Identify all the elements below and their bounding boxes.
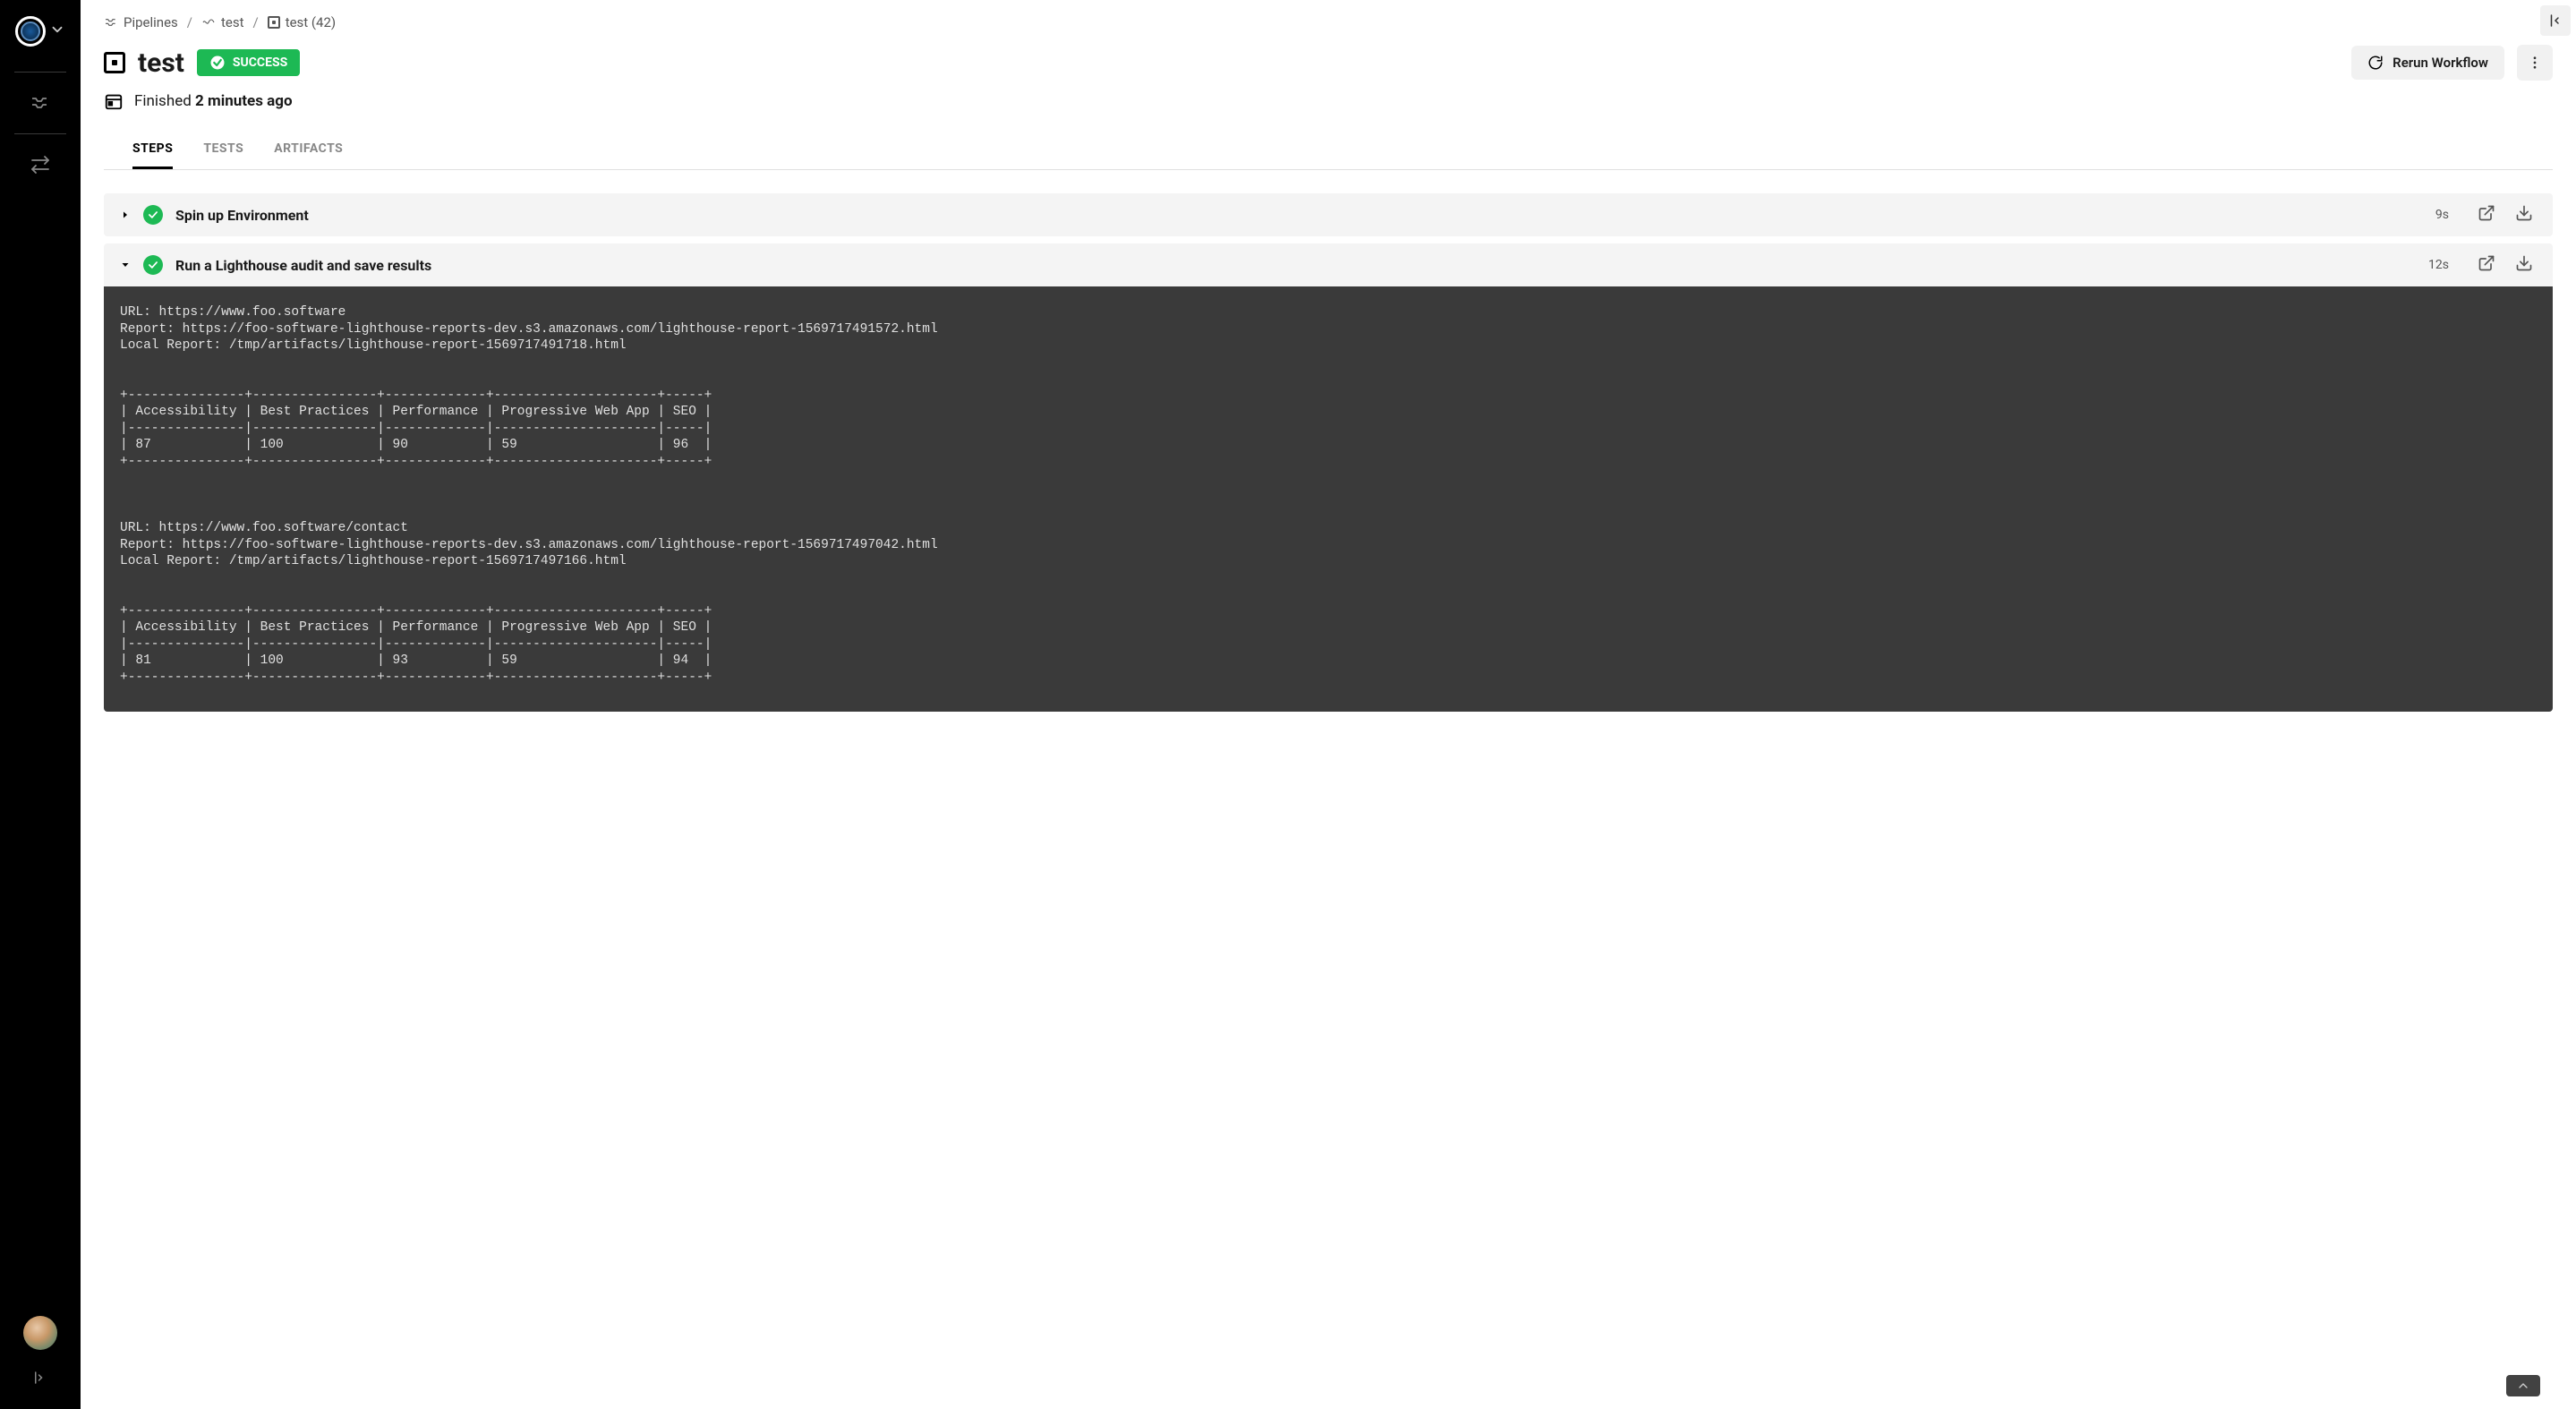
step-duration: 12s xyxy=(2428,258,2449,272)
breadcrumb: Pipelines / test / test (42) xyxy=(81,0,2576,30)
terminal-output[interactable]: URL: https://www.foo.software Report: ht… xyxy=(104,286,2553,712)
sidebar-org-switcher[interactable] xyxy=(15,16,65,47)
app-root: Pipelines / test / test (42) test SUCCES… xyxy=(0,0,2576,1409)
sidebar-item-workflows[interactable] xyxy=(22,147,58,183)
breadcrumb-separator: / xyxy=(252,14,258,30)
avatar[interactable] xyxy=(23,1316,57,1350)
divider xyxy=(14,133,66,134)
calendar-icon xyxy=(104,91,124,111)
tab-tests[interactable]: TESTS xyxy=(203,131,243,169)
workflow-icon xyxy=(201,15,216,30)
job-icon xyxy=(104,52,125,73)
breadcrumb-pipelines-label: Pipelines xyxy=(124,14,178,30)
status-success-icon xyxy=(143,205,163,225)
tabs: STEPS TESTS ARTIFACTS xyxy=(104,131,2553,170)
open-external-button[interactable] xyxy=(2474,204,2499,226)
open-external-button[interactable] xyxy=(2474,254,2499,276)
chevron-down-icon xyxy=(120,257,131,274)
step-row-expanded: Run a Lighthouse audit and save results … xyxy=(104,243,2553,712)
breadcrumb-separator: / xyxy=(187,14,192,30)
scroll-top-button[interactable] xyxy=(2506,1375,2540,1396)
more-actions-button[interactable] xyxy=(2517,45,2553,81)
collapse-panel-button[interactable] xyxy=(2540,5,2571,36)
download-button[interactable] xyxy=(2512,254,2537,276)
job-icon xyxy=(268,16,280,29)
breadcrumb-workflow[interactable]: test xyxy=(201,14,244,30)
status-label: SUCCESS xyxy=(233,56,287,70)
page-header: test SUCCESS Rerun Workflow xyxy=(81,30,2576,86)
main-content: Pipelines / test / test (42) test SUCCES… xyxy=(81,0,2576,1409)
step-row[interactable]: Run a Lighthouse audit and save results … xyxy=(104,243,2553,286)
finished-time: 2 minutes ago xyxy=(195,92,293,110)
step-duration: 9s xyxy=(2435,208,2449,222)
step-row[interactable]: Spin up Environment 9s xyxy=(104,193,2553,236)
check-icon xyxy=(209,55,226,71)
status-success-icon xyxy=(143,255,163,275)
breadcrumb-workflow-label: test xyxy=(221,14,244,30)
status-badge: SUCCESS xyxy=(197,49,300,76)
download-button[interactable] xyxy=(2512,204,2537,226)
breadcrumb-pipelines[interactable]: Pipelines xyxy=(104,14,178,30)
chevron-up-icon xyxy=(2516,1379,2530,1393)
finished-row: Finished 2 minutes ago xyxy=(81,86,2576,131)
tab-artifacts[interactable]: ARTIFACTS xyxy=(274,131,343,169)
sidebar xyxy=(0,0,81,1409)
breadcrumb-job[interactable]: test (42) xyxy=(268,14,336,30)
rerun-label: Rerun Workflow xyxy=(2393,55,2488,71)
page-title: test xyxy=(138,47,184,79)
chevron-right-icon xyxy=(120,207,131,224)
step-title: Spin up Environment xyxy=(175,207,2423,224)
breadcrumb-job-label: test (42) xyxy=(286,14,336,30)
logo-icon xyxy=(15,16,46,47)
step-title: Run a Lighthouse audit and save results xyxy=(175,257,2416,274)
expand-sidebar-icon[interactable] xyxy=(32,1370,48,1389)
divider xyxy=(14,72,66,73)
refresh-icon xyxy=(2367,55,2384,71)
tab-steps[interactable]: STEPS xyxy=(132,131,173,169)
sidebar-item-pipelines[interactable] xyxy=(22,85,58,121)
pipeline-icon xyxy=(104,15,118,30)
steps-list: Spin up Environment 9s xyxy=(81,170,2576,747)
finished-prefix: Finished xyxy=(134,92,195,110)
chevron-down-icon xyxy=(49,21,65,41)
dots-vertical-icon xyxy=(2527,55,2543,71)
rerun-workflow-button[interactable]: Rerun Workflow xyxy=(2351,46,2504,80)
